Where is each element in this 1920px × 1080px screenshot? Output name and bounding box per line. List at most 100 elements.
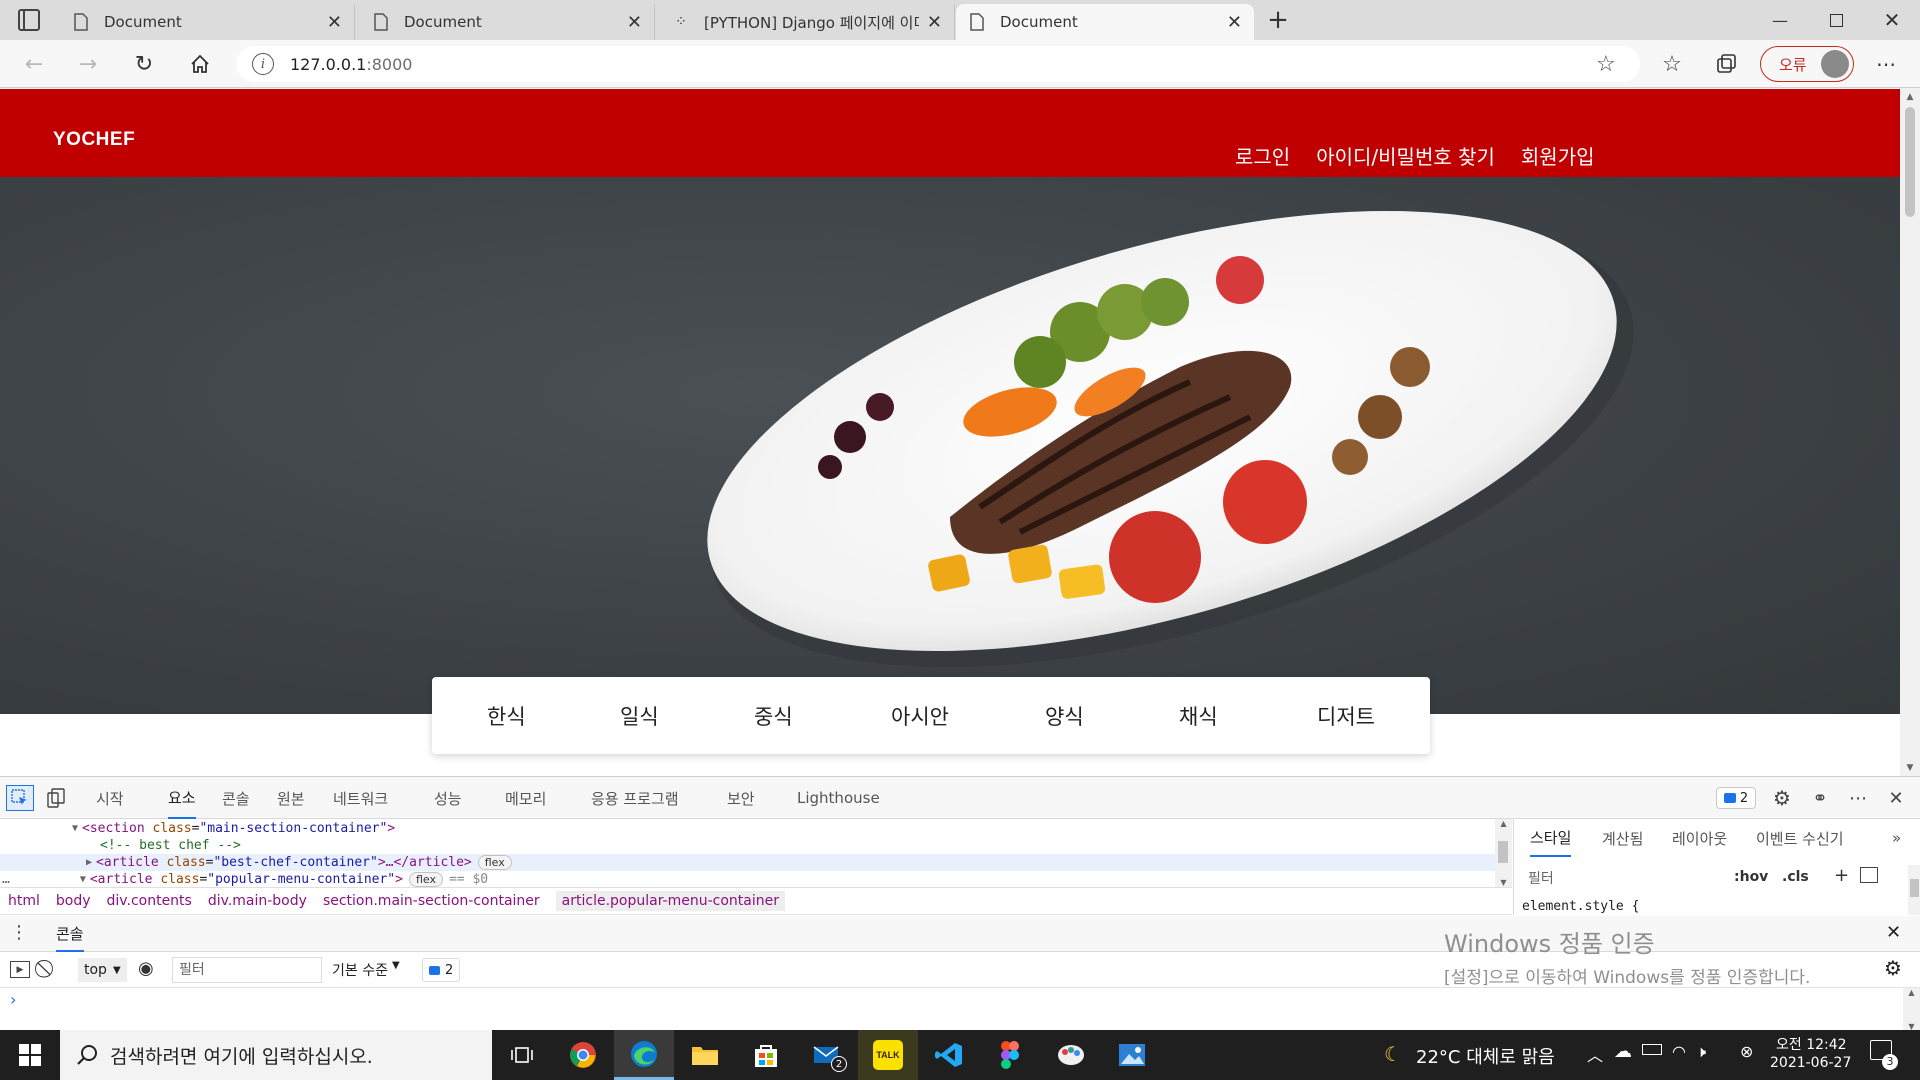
nav-login[interactable]: 로그인 (1235, 141, 1290, 170)
close-drawer-icon[interactable]: ✕ (1886, 922, 1901, 943)
close-tab-icon[interactable]: ✕ (627, 12, 642, 33)
hov-toggle[interactable]: :hov (1734, 869, 1768, 885)
clock-date[interactable]: 2021-06-27 (1770, 1055, 1851, 1071)
add-rule-icon[interactable]: + (1834, 865, 1849, 886)
sidebar-toggle-icon[interactable]: ▶ (10, 961, 30, 978)
dom-node-popular-menu[interactable]: … ▼ <article class = "popular-menu-contain… (0, 871, 1495, 887)
tray-chevron-up-icon[interactable]: ︿ (1587, 1042, 1603, 1066)
task-view-icon[interactable] (492, 1030, 552, 1080)
close-devtools-icon[interactable]: ✕ (1882, 785, 1910, 811)
onedrive-icon[interactable]: ☁ (1614, 1041, 1632, 1062)
nav-signup[interactable]: 회원가입 (1521, 141, 1595, 170)
scroll-up-icon[interactable]: ▲ (1903, 988, 1920, 997)
category-asian[interactable]: 아시안 (891, 701, 949, 731)
category-korean[interactable]: 한식 (487, 701, 526, 731)
scroll-thumb[interactable] (1498, 841, 1508, 863)
profile-button[interactable]: 오류 (1760, 46, 1854, 82)
edge-icon[interactable] (614, 1030, 674, 1080)
tab-elements[interactable]: 요소 (168, 777, 196, 819)
scroll-up-icon[interactable]: ▲ (1495, 819, 1512, 828)
tab-styles[interactable]: 스타일 (1530, 819, 1572, 857)
toggle-sidebar-icon[interactable] (1860, 867, 1878, 883)
console-output[interactable]: › ▲ ▼ (0, 988, 1920, 1031)
mail-icon[interactable]: 2 (797, 1030, 857, 1080)
start-button[interactable] (0, 1030, 60, 1080)
figma-icon[interactable] (980, 1030, 1040, 1080)
breadcrumb-item[interactable]: html (8, 893, 40, 909)
scroll-thumb[interactable] (1905, 107, 1915, 217)
kakaotalk-icon[interactable]: TALK (858, 1030, 918, 1080)
category-dessert[interactable]: 디저트 (1317, 701, 1375, 731)
dom-node-best-chef[interactable]: ▶ <article class = "best-chef-container" >…… (0, 854, 1495, 871)
breadcrumb-item-current[interactable]: article.popular-menu-container (555, 891, 785, 911)
tab-lighthouse[interactable]: Lighthouse (797, 777, 880, 819)
battery-icon[interactable] (1642, 1044, 1662, 1055)
tab-computed[interactable]: 계산됨 (1602, 819, 1643, 857)
console-issues-badge[interactable]: 2 (422, 958, 461, 982)
tab-network[interactable]: 네트워크 (333, 777, 388, 819)
close-tab-icon[interactable]: ✕ (327, 12, 342, 33)
category-chinese[interactable]: 중식 (754, 701, 793, 731)
photos-icon[interactable] (1102, 1030, 1162, 1080)
element-style-rule[interactable]: element.style { (1522, 899, 1639, 914)
weather-text[interactable]: 22°C 대체로 맑음 (1416, 1043, 1555, 1069)
cls-toggle[interactable]: .cls (1782, 869, 1809, 885)
drawer-menu-icon[interactable]: ⋮ (10, 922, 28, 943)
close-tab-icon[interactable]: ✕ (1227, 12, 1242, 33)
address-bar[interactable]: i 127.0.0.1:8000 ☆ (236, 46, 1640, 82)
refresh-icon[interactable]: ↻ (128, 48, 160, 80)
favorites-icon[interactable]: ☆ (1656, 48, 1688, 80)
site-logo[interactable]: YOCHEF (53, 129, 135, 151)
styles-filter-input[interactable]: 필터 (1522, 863, 1722, 893)
weather-moon-icon[interactable]: ☾ (1384, 1042, 1402, 1066)
console-settings-icon[interactable]: ⚙ (1884, 956, 1902, 980)
live-expression-eye-icon[interactable]: ◉ (138, 958, 154, 979)
back-icon[interactable]: ← (18, 48, 50, 80)
new-tab-icon[interactable]: + (1262, 4, 1294, 36)
browser-tab[interactable]: ⁘ [PYTHON] Django 페이지에 이미 ✕ (660, 4, 955, 40)
more-menu-icon[interactable]: ⋯ (1870, 48, 1902, 80)
page-scrollbar[interactable]: ▲ ▼ (1900, 89, 1920, 776)
scroll-down-icon[interactable]: ▼ (1900, 760, 1920, 776)
tab-performance[interactable]: 성능 (434, 777, 462, 819)
console-scrollbar[interactable]: ▲ ▼ (1903, 988, 1920, 1031)
volume-muted-icon[interactable]: 🕨︎ (1696, 1042, 1706, 1062)
tab-application[interactable]: 응용 프로그램 (591, 777, 679, 819)
site-info-icon[interactable]: i (252, 53, 274, 75)
tab-welcome[interactable]: 시작 (96, 777, 124, 819)
paint-icon[interactable] (1041, 1030, 1101, 1080)
ime-status-icon[interactable]: ⊗ (1740, 1042, 1753, 1061)
breadcrumb-item[interactable]: body (56, 893, 91, 909)
scroll-up-icon[interactable]: ▲ (1900, 89, 1920, 105)
issues-badge[interactable]: 2 (1716, 787, 1756, 809)
tab-console[interactable]: 콘솔 (222, 777, 250, 819)
browser-tab[interactable]: Document ✕ (60, 4, 355, 40)
breadcrumb-item[interactable]: section.main-section-container (323, 893, 540, 909)
breadcrumb-item[interactable]: div.contents (107, 893, 192, 909)
browser-tab[interactable]: Document ✕ (360, 4, 655, 40)
inspect-element-icon[interactable] (6, 785, 34, 811)
browser-tab-active[interactable]: Document ✕ (956, 4, 1254, 40)
settings-gear-icon[interactable]: ⚙ (1768, 785, 1796, 811)
tab-event-listeners[interactable]: 이벤트 수신기 (1756, 819, 1844, 857)
tab-layout[interactable]: 레이아웃 (1672, 819, 1727, 857)
wifi-icon[interactable]: ◠ (1672, 1042, 1686, 1061)
dom-node-section[interactable]: ▼ <section class = "main-section-container… (72, 820, 395, 837)
home-icon[interactable] (184, 48, 216, 80)
elements-scrollbar[interactable]: ▲ ▼ (1495, 819, 1512, 887)
forward-icon[interactable]: → (72, 48, 104, 80)
collections-icon[interactable] (1710, 48, 1742, 80)
drawer-tab-console[interactable]: 콘솔 (56, 916, 84, 952)
nav-find-account[interactable]: 아이디/비밀번호 찾기 (1316, 141, 1495, 170)
tab-security[interactable]: 보안 (727, 777, 755, 819)
tab-memory[interactable]: 메모리 (505, 777, 546, 819)
clock-time[interactable]: 오전 12:42 (1776, 1034, 1847, 1054)
customize-icon[interactable]: ⚭ (1806, 785, 1834, 811)
styles-scrollbar[interactable] (1908, 865, 1920, 915)
minimize-icon[interactable]: — (1752, 0, 1808, 40)
category-western[interactable]: 양식 (1045, 701, 1084, 731)
device-toolbar-icon[interactable] (42, 785, 70, 811)
restore-icon[interactable] (1808, 0, 1864, 40)
close-window-icon[interactable]: ✕ (1864, 0, 1920, 40)
file-explorer-icon[interactable] (675, 1030, 735, 1080)
